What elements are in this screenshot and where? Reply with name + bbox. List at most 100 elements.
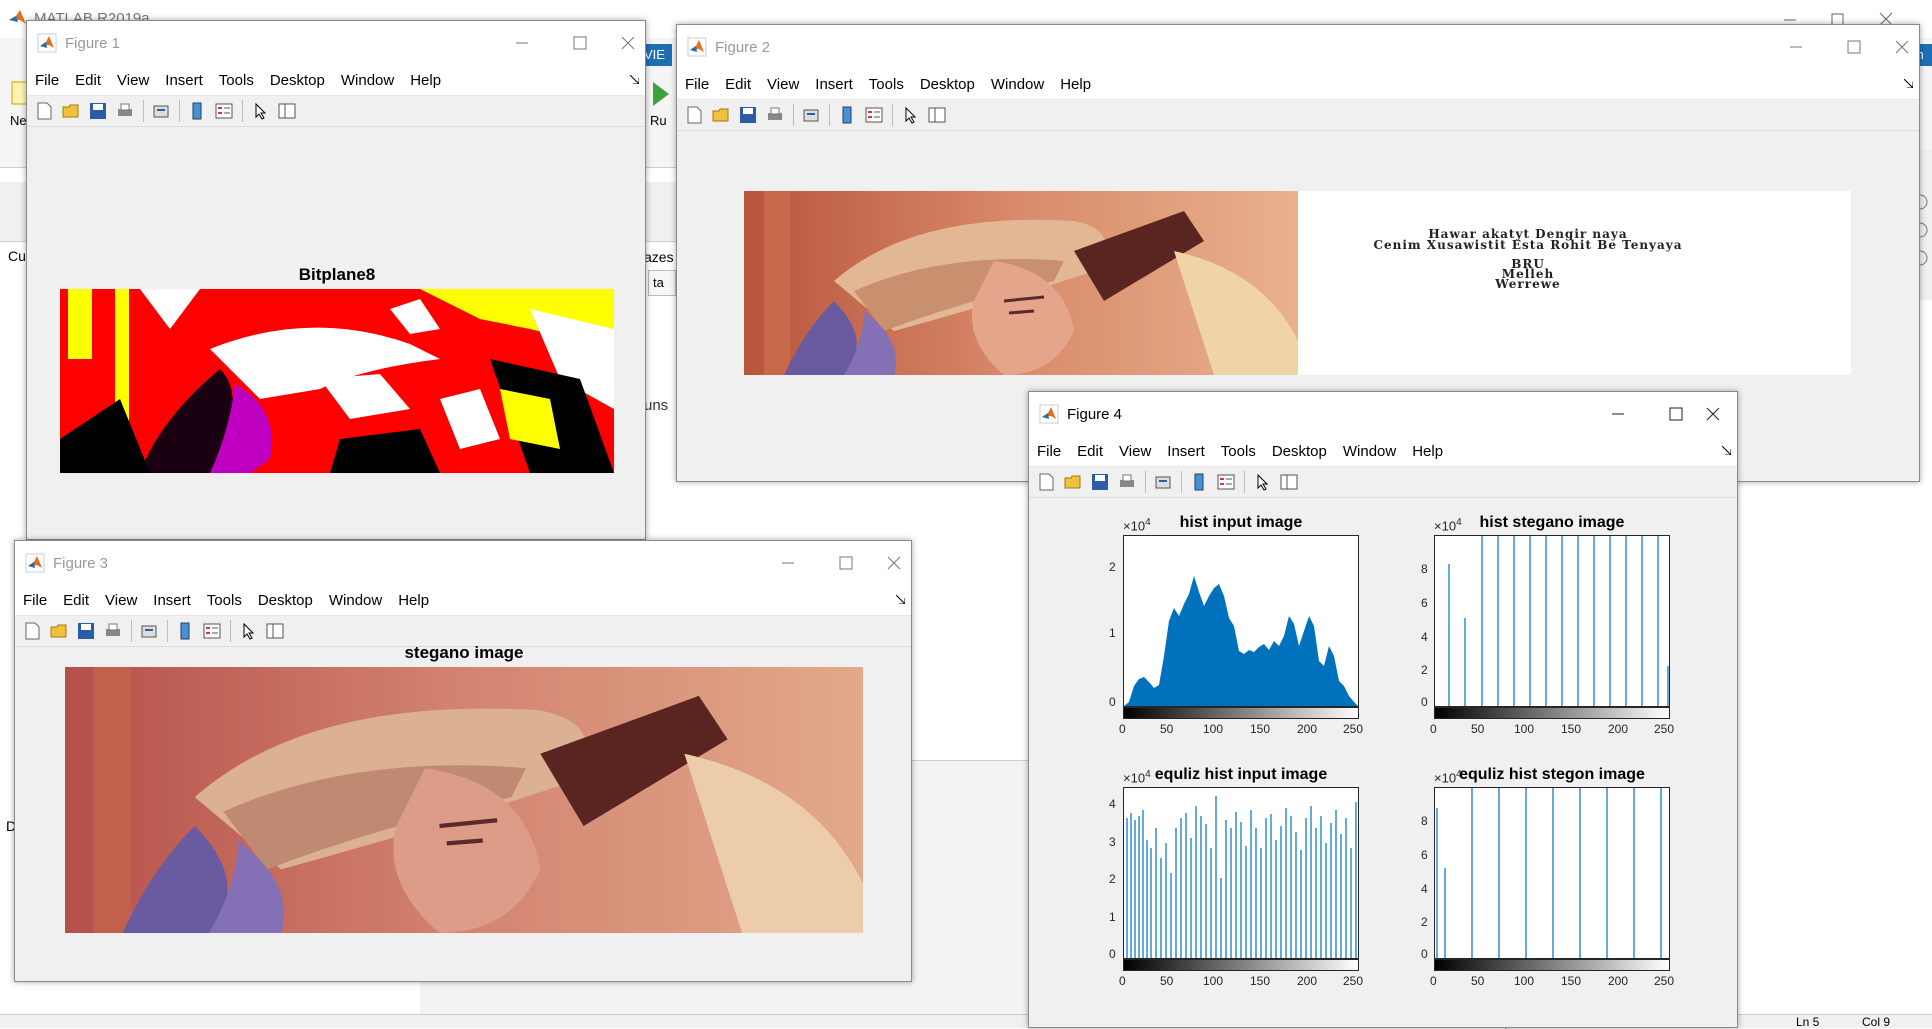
menu-help[interactable]: Help [1060,76,1091,93]
print-icon[interactable] [1116,471,1138,493]
link-plot-icon[interactable] [138,620,160,642]
lena-image [744,191,1298,375]
menu-insert[interactable]: Insert [1167,443,1205,460]
stub-ta-tab[interactable]: ta [648,270,676,296]
menu-tools[interactable]: Tools [207,592,242,609]
menu-tools[interactable]: Tools [869,76,904,93]
pointer-icon[interactable] [899,104,921,126]
figure2-titlebar[interactable]: Figure 2 [677,25,1919,69]
link-plot-icon[interactable] [150,100,172,122]
menu-tools[interactable]: Tools [1221,443,1256,460]
figure1-minimize-button[interactable] [493,21,551,65]
pointer-icon[interactable] [1251,471,1273,493]
insert-colorbar-icon[interactable] [186,100,208,122]
figure1-window[interactable]: Figure 1 File Edit View Insert Tools Des… [26,20,646,540]
pointer-icon[interactable] [249,100,271,122]
property-editor-icon[interactable] [926,104,948,126]
figure2-close-button[interactable] [1883,25,1921,69]
menu-file[interactable]: File [35,72,59,89]
menu-file[interactable]: File [685,76,709,93]
y-tick: 2 [1421,663,1428,677]
save-icon[interactable] [1089,471,1111,493]
menu-view[interactable]: View [117,72,149,89]
insert-legend-icon[interactable] [863,104,885,126]
figure3-minimize-button[interactable] [759,541,817,585]
menu-help[interactable]: Help [410,72,441,89]
menu-file[interactable]: File [1037,443,1061,460]
menu-help[interactable]: Help [398,592,429,609]
insert-colorbar-icon[interactable] [174,620,196,642]
dock-arrow-icon[interactable] [630,75,639,84]
dock-arrow-icon[interactable] [896,595,905,604]
figure3-titlebar[interactable]: Figure 3 [15,541,911,585]
property-editor-icon[interactable] [276,100,298,122]
menu-desktop[interactable]: Desktop [270,72,325,89]
save-icon[interactable] [87,100,109,122]
figure1-titlebar[interactable]: Figure 1 [27,21,645,65]
run-button[interactable]: Ru [650,80,672,130]
menu-edit[interactable]: Edit [725,76,751,93]
figure4-window[interactable]: Figure 4 File Edit View Insert Tools Des… [1028,391,1738,1028]
menu-view[interactable]: View [1119,443,1151,460]
new-figure-icon[interactable] [33,100,55,122]
print-icon[interactable] [102,620,124,642]
new-figure-icon[interactable] [1035,471,1057,493]
menu-desktop[interactable]: Desktop [1272,443,1327,460]
menu-file[interactable]: File [23,592,47,609]
menu-edit[interactable]: Edit [75,72,101,89]
menu-window[interactable]: Window [991,76,1044,93]
figure2-maximize-button[interactable] [1825,25,1883,69]
figure2-minimize-button[interactable] [1767,25,1825,69]
figure1-close-button[interactable] [609,21,647,65]
figure3-close-button[interactable] [875,541,913,585]
property-editor-icon[interactable] [1278,471,1300,493]
figure3-window[interactable]: Figure 3 File Edit View Insert Tools Des… [14,540,912,982]
menu-tools[interactable]: Tools [219,72,254,89]
link-plot-icon[interactable] [800,104,822,126]
menu-insert[interactable]: Insert [815,76,853,93]
figure1-maximize-button[interactable] [551,21,609,65]
print-icon[interactable] [114,100,136,122]
open-file-icon[interactable] [710,104,732,126]
figure3-maximize-button[interactable] [817,541,875,585]
x-tick: 50 [1471,722,1485,736]
figure4-titlebar[interactable]: Figure 4 [1029,392,1737,436]
save-icon[interactable] [737,104,759,126]
insert-colorbar-icon[interactable] [836,104,858,126]
menu-edit[interactable]: Edit [63,592,89,609]
caption-line: Werrewe [1495,277,1561,291]
dock-arrow-icon[interactable] [1722,446,1731,455]
x-tick: 0 [1119,722,1126,736]
figure4-close-button[interactable] [1689,392,1737,436]
print-icon[interactable] [764,104,786,126]
menu-desktop[interactable]: Desktop [920,76,975,93]
open-file-icon[interactable] [1062,471,1084,493]
menu-edit[interactable]: Edit [1077,443,1103,460]
menu-window[interactable]: Window [329,592,382,609]
link-plot-icon[interactable] [1152,471,1174,493]
new-figure-icon[interactable] [21,620,43,642]
insert-colorbar-icon[interactable] [1188,471,1210,493]
dock-arrow-icon[interactable] [1904,79,1913,88]
open-file-icon[interactable] [60,100,82,122]
y-tick: 6 [1421,848,1428,862]
menu-desktop[interactable]: Desktop [258,592,313,609]
x-tick: 150 [1250,722,1271,736]
menu-view[interactable]: View [767,76,799,93]
menu-insert[interactable]: Insert [153,592,191,609]
menu-view[interactable]: View [105,592,137,609]
menu-window[interactable]: Window [1343,443,1396,460]
menu-window[interactable]: Window [341,72,394,89]
pointer-icon[interactable] [237,620,259,642]
insert-legend-icon[interactable] [213,100,235,122]
figure4-minimize-button[interactable] [1589,392,1647,436]
property-editor-icon[interactable] [264,620,286,642]
insert-legend-icon[interactable] [201,620,223,642]
save-icon[interactable] [75,620,97,642]
menu-insert[interactable]: Insert [165,72,203,89]
open-file-icon[interactable] [48,620,70,642]
insert-legend-icon[interactable] [1215,471,1237,493]
new-figure-icon[interactable] [683,104,705,126]
axes-title: hist input image [1179,514,1303,531]
menu-help[interactable]: Help [1412,443,1443,460]
